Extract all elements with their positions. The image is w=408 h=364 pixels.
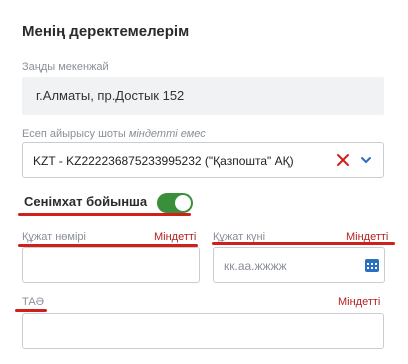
account-label-row: Есеп айырысу шоты міндетті емес bbox=[22, 128, 206, 140]
annotation-underline bbox=[212, 242, 395, 245]
annotation-underline bbox=[15, 309, 47, 312]
doc-date-input[interactable]: кк.аа.жжжж bbox=[213, 247, 385, 283]
chevron-down-icon[interactable] bbox=[359, 153, 373, 167]
doc-date-placeholder: кк.аа.жжжж bbox=[224, 259, 287, 273]
account-select-value: KZT - KZ222236875233995232 ("Қазпошта" А… bbox=[33, 154, 294, 168]
section-title: Менің деректемелерім bbox=[22, 23, 190, 40]
fio-required: Міндетті bbox=[338, 296, 381, 308]
account-label: Есеп айырысу шоты bbox=[22, 128, 126, 140]
annotation-underline bbox=[18, 213, 191, 216]
power-of-attorney-toggle[interactable] bbox=[157, 193, 193, 213]
power-of-attorney-label: Сенімхат бойынша bbox=[24, 194, 148, 209]
toggle-knob bbox=[175, 195, 191, 211]
account-optional-note: міндетті емес bbox=[128, 128, 206, 140]
doc-number-input[interactable] bbox=[22, 247, 200, 283]
fio-label: ТАӘ bbox=[22, 296, 44, 308]
legal-address-label: Заңды мекенжай bbox=[22, 61, 109, 73]
calendar-icon[interactable] bbox=[364, 257, 380, 273]
doc-number-required: Міндетті bbox=[154, 231, 197, 243]
close-icon[interactable] bbox=[335, 152, 351, 168]
doc-number-label: Құжат нөмірі bbox=[22, 231, 86, 243]
account-select[interactable]: KZT - KZ222236875233995232 ("Қазпошта" А… bbox=[22, 142, 384, 178]
fio-input[interactable] bbox=[22, 313, 384, 349]
legal-address-field: г.Алматы, пр.Достык 152 bbox=[22, 77, 384, 115]
